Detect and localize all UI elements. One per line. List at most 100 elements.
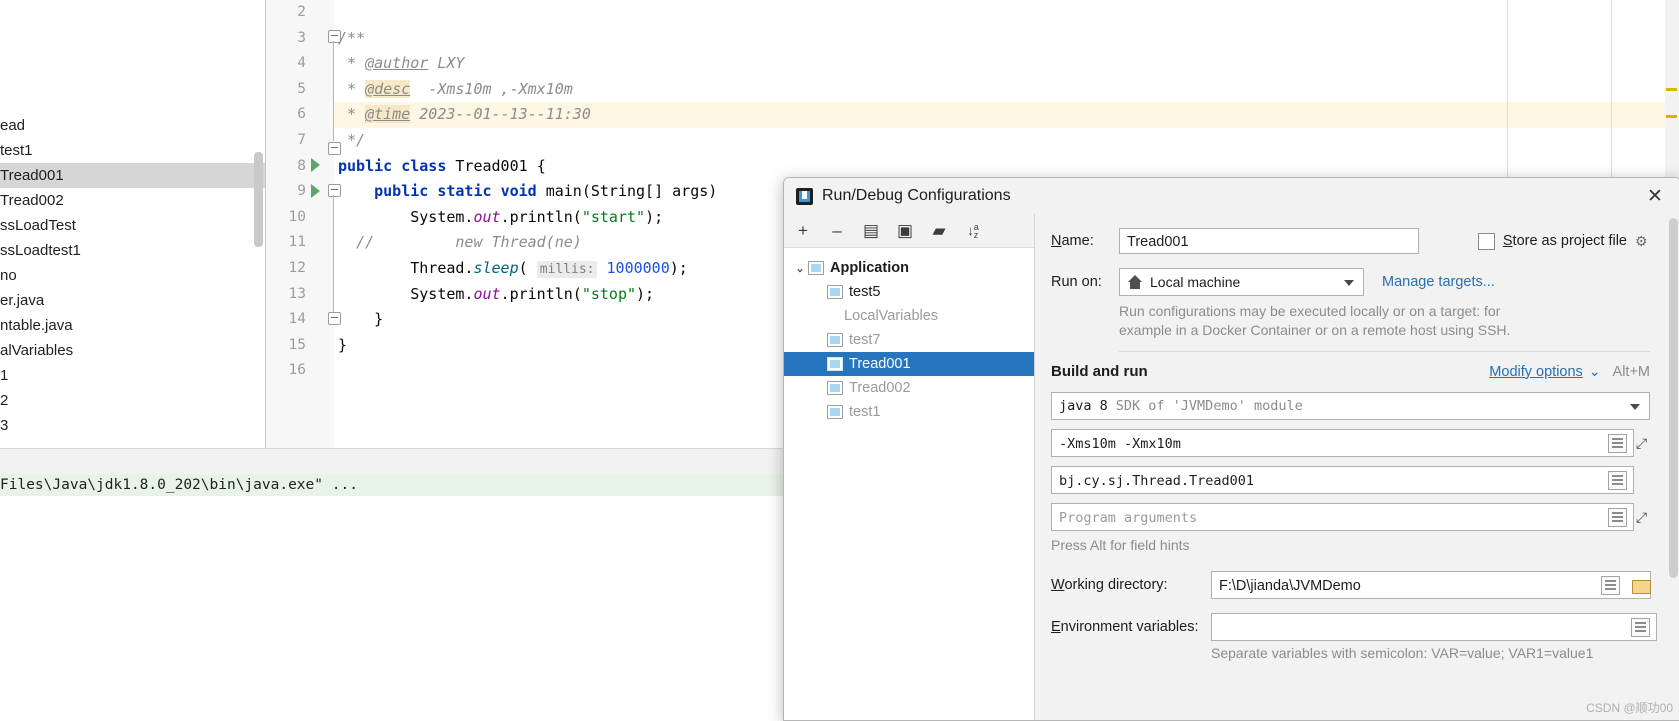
- manage-targets-link[interactable]: Manage targets...: [1382, 274, 1495, 290]
- project-tree-item[interactable]: er.java: [0, 288, 265, 313]
- run-gutter-icon[interactable]: [310, 184, 324, 198]
- project-tree-item[interactable]: ntable.java: [0, 313, 265, 338]
- choose-main-class-icon[interactable]: [1608, 470, 1627, 490]
- jdk-value: java 8: [1059, 398, 1108, 414]
- local-machine-icon: [1127, 275, 1143, 289]
- expand-editor-icon[interactable]: [1608, 507, 1627, 527]
- configuration-item-test5[interactable]: test5: [784, 280, 1034, 304]
- code-line-comment-marker: //: [356, 233, 375, 252]
- code-token: class: [401, 156, 447, 175]
- configuration-item-label: test1: [849, 404, 881, 420]
- code-line: /**: [334, 26, 1679, 52]
- browse-folder-icon[interactable]: [1632, 578, 1651, 594]
- code-line: * @desc -Xms10m ,-Xmx10m: [334, 77, 1679, 103]
- project-tree-item-label: ntable.java: [0, 317, 73, 334]
- code-token: );: [645, 207, 664, 226]
- javadoc-time-tag: @time: [365, 105, 411, 124]
- editor-error-marker[interactable]: [1666, 115, 1677, 118]
- line-number: 12: [288, 259, 306, 276]
- run-on-select[interactable]: Local machine: [1119, 268, 1364, 296]
- javadoc-desc-value: -Xms10m ,-Xmx10m: [428, 79, 573, 98]
- javadoc-desc-tag: @desc: [365, 79, 411, 98]
- dialog-scrollbar-thumb[interactable]: [1669, 218, 1678, 578]
- project-tree-item[interactable]: ssLoadTest: [0, 213, 265, 238]
- configuration-group-application[interactable]: ⌄ Application: [784, 256, 1034, 280]
- store-as-project-file-checkbox[interactable]: [1477, 232, 1495, 250]
- build-and-run-section-title: Build and run: [1051, 363, 1148, 380]
- modify-options-link[interactable]: Modify options: [1489, 364, 1583, 380]
- environment-variables-input[interactable]: [1211, 613, 1657, 641]
- jdk-select[interactable]: java 8 SDK of 'JVMDemo' module: [1051, 392, 1650, 420]
- configuration-item-localvariables[interactable]: LocalVariables: [784, 304, 1034, 328]
- project-tree-pane[interactable]: ead test1 Tread001 Tread002 ssLoadTest s…: [0, 0, 266, 448]
- working-directory-input[interactable]: F:\D\jianda\JVMDemo: [1211, 571, 1651, 599]
- project-tree-item[interactable]: 3: [0, 413, 265, 438]
- project-tree-item[interactable]: ssLoadtest1: [0, 238, 265, 263]
- javadoc-author-tag: @author: [365, 54, 429, 73]
- run-on-hint-line-2: example in a Docker Container or on a re…: [1119, 322, 1511, 338]
- sort-configurations-icon[interactable]: ↓ a z: [962, 220, 984, 242]
- project-tree-item[interactable]: alVariables: [0, 338, 265, 363]
- project-tree-item-label: ssLoadTest: [0, 217, 76, 234]
- inlay-parameter-hint: millis:: [536, 260, 598, 278]
- expand-editor-icon[interactable]: [1608, 433, 1627, 453]
- main-class-input[interactable]: bj.cy.sj.Thread.Tread001: [1051, 466, 1634, 494]
- chevron-down-icon[interactable]: ⌄: [792, 262, 808, 275]
- editor-gutter[interactable]: 2 3 4 5 6 7 8 9 10 11 12 13 14 15 16: [266, 0, 341, 448]
- project-tree-item-label: no: [0, 267, 17, 284]
- expand-fullscreen-icon[interactable]: ⤢: [1633, 509, 1650, 526]
- configuration-editor-panel[interactable]: Name: Tread001 Store as project file ⚙ R…: [1035, 214, 1679, 720]
- copy-configuration-icon[interactable]: ▤: [860, 220, 882, 242]
- remove-configuration-icon[interactable]: –: [826, 220, 848, 242]
- expand-fullscreen-icon[interactable]: ⤢: [1633, 435, 1650, 452]
- vm-options-input[interactable]: -Xms10m -Xmx10m: [1051, 429, 1634, 457]
- project-tree-item[interactable]: 2: [0, 388, 265, 413]
- configuration-item-tread001[interactable]: Tread001: [784, 352, 1034, 376]
- run-gutter-icon[interactable]: [310, 158, 324, 172]
- line-number: 5: [297, 80, 306, 97]
- project-tree-item[interactable]: no: [0, 263, 265, 288]
- project-tree-item[interactable]: test1: [0, 138, 265, 163]
- configurations-toolbar[interactable]: + – ▤ ▣ ▰ ↓ a z: [784, 214, 1034, 248]
- configuration-item-label: test5: [849, 284, 881, 300]
- configuration-item-tread002[interactable]: Tread002: [784, 376, 1034, 400]
- dialog-scrollbar[interactable]: [1666, 214, 1679, 720]
- program-arguments-input[interactable]: Program arguments: [1051, 503, 1634, 531]
- code-commented-out: new Thread(ne): [455, 233, 582, 252]
- project-tree-item-label: 3: [0, 417, 9, 434]
- project-tree-item[interactable]: 1: [0, 363, 265, 388]
- configuration-item-test7[interactable]: test7: [784, 328, 1034, 352]
- configurations-tree[interactable]: ⌄ Application test5 LocalVariables test7: [784, 248, 1034, 720]
- project-tree-scrollbar[interactable]: [254, 152, 263, 247]
- save-configuration-icon[interactable]: ▣: [894, 220, 916, 242]
- code-line: * @author LXY: [334, 51, 1679, 77]
- code-token: );: [669, 258, 688, 277]
- configurations-panel[interactable]: + – ▤ ▣ ▰ ↓ a z ⌄ Application test5 Loca…: [784, 214, 1035, 720]
- project-tree-item[interactable]: ead: [0, 113, 265, 138]
- name-input[interactable]: Tread001: [1119, 228, 1419, 254]
- dialog-title-bar[interactable]: Run/Debug Configurations ✕: [784, 178, 1679, 214]
- editor-error-marker[interactable]: [1666, 88, 1677, 91]
- close-icon[interactable]: ✕: [1636, 180, 1674, 212]
- application-icon: [808, 261, 824, 275]
- field-hints-note: Press Alt for field hints: [1051, 537, 1190, 553]
- code-token: .println(: [500, 284, 582, 303]
- jdk-description: SDK of 'JVMDemo' module: [1115, 398, 1303, 414]
- chevron-down-icon[interactable]: [1344, 280, 1354, 286]
- code-line: */: [334, 128, 1679, 154]
- project-tree-item-selected[interactable]: Tread001: [0, 163, 265, 188]
- configuration-item-test1[interactable]: test1: [784, 400, 1034, 424]
- code-token: );: [636, 284, 655, 303]
- gear-icon[interactable]: ⚙: [1635, 233, 1650, 249]
- expand-editor-icon[interactable]: [1601, 575, 1620, 595]
- project-tree-item[interactable]: Tread002: [0, 188, 265, 213]
- configuration-item-label: LocalVariables: [844, 308, 939, 324]
- code-number-literal: 1000000: [606, 258, 670, 277]
- chevron-down-icon[interactable]: [1630, 404, 1640, 410]
- move-to-folder-icon[interactable]: ▰: [928, 220, 950, 242]
- add-configuration-icon[interactable]: +: [792, 220, 814, 242]
- run-debug-configurations-dialog[interactable]: Run/Debug Configurations ✕ + – ▤ ▣ ▰ ↓ a z: [783, 177, 1679, 721]
- chevron-down-icon[interactable]: ⌄: [1589, 363, 1601, 380]
- code-token: {: [536, 156, 546, 175]
- expand-editor-icon[interactable]: [1631, 617, 1650, 637]
